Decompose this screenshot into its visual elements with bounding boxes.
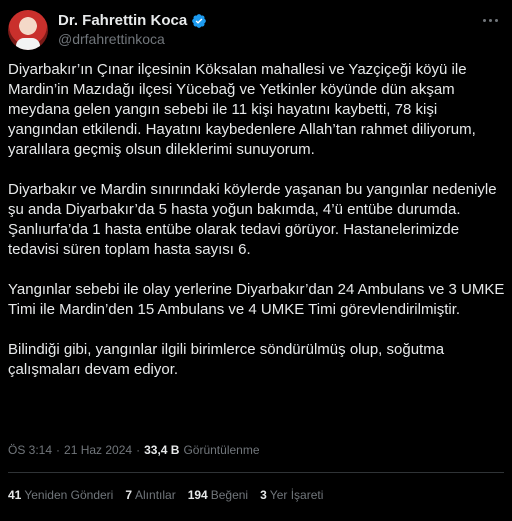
retweets-stat[interactable]: 41 Yeniden Gönderi (8, 488, 113, 502)
avatar[interactable] (8, 10, 48, 50)
tweet-paragraph: Diyarbakır’ın Çınar ilçesinin Köksalan m… (8, 61, 476, 158)
verified-badge-icon[interactable] (191, 13, 207, 29)
retweets-count: 41 (8, 488, 22, 502)
engagement-stats: 41 Yeniden Gönderi 7 Alıntılar 194 Beğeni 3… (8, 488, 323, 502)
bookmarks-stat[interactable]: 3 Yer İşareti (260, 488, 323, 502)
tweet-paragraph: Bilindiği gibi, yangınlar ilgili birimle… (8, 341, 445, 378)
views-count: 33,4 B (144, 443, 180, 457)
likes-count: 194 (187, 488, 208, 502)
quotes-count: 7 (125, 488, 133, 502)
retweets-label: Yeniden Gönderi (24, 488, 114, 502)
tweet: Dr. Fahrettin Koca @drfahrettinkoca Diya… (0, 0, 512, 521)
more-options-icon[interactable] (478, 12, 502, 28)
bookmarks-count: 3 (260, 488, 267, 502)
tweet-date[interactable]: 21 Haz 2024 (64, 443, 132, 457)
likes-stat[interactable]: 194 Beğeni (188, 488, 248, 502)
tweet-meta: ÖS 3:14 · 21 Haz 2024 · 33,4 B Görüntüle… (8, 443, 260, 457)
divider (8, 472, 504, 473)
tweet-paragraph: Yangınlar sebebi ile olay yerlerine Diya… (8, 281, 505, 318)
meta-separator: · (136, 443, 141, 457)
bookmarks-label: Yer İşareti (269, 488, 324, 502)
author-name[interactable]: Dr. Fahrettin Koca (58, 12, 187, 29)
likes-label: Beğeni (210, 488, 249, 502)
meta-separator: · (56, 443, 61, 457)
tweet-paragraph: Diyarbakır ve Mardin sınırındaki köylerd… (8, 181, 497, 258)
tweet-header: Dr. Fahrettin Koca @drfahrettinkoca (8, 10, 504, 50)
author-name-row: Dr. Fahrettin Koca (58, 12, 207, 29)
tweet-time[interactable]: ÖS 3:14 (8, 443, 52, 457)
quotes-stat[interactable]: 7 Alıntılar (125, 488, 175, 502)
quotes-label: Alıntılar (135, 488, 176, 502)
views-label: Görüntülenme (183, 443, 260, 457)
author-handle[interactable]: @drfahrettinkoca (58, 31, 165, 47)
tweet-text: Diyarbakır’ın Çınar ilçesinin Köksalan m… (8, 60, 506, 400)
